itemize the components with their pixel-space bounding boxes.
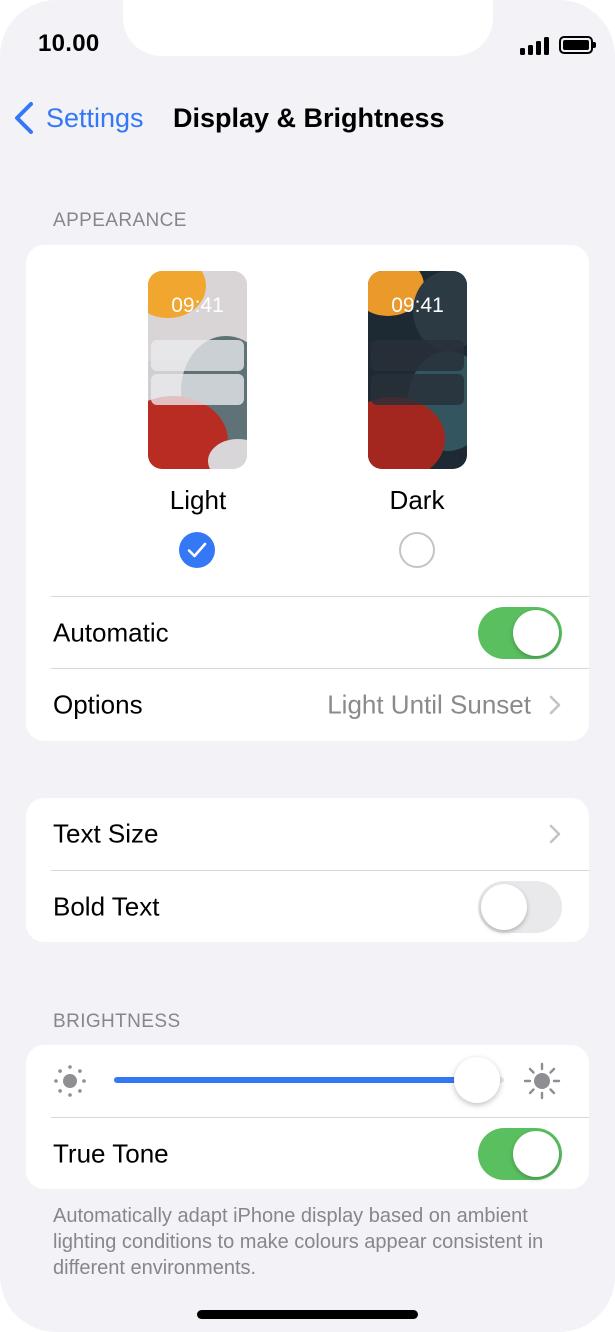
light-preview-time: 09:41 — [171, 294, 224, 317]
brightness-slider-fill — [114, 1077, 477, 1083]
brightness-slider-thumb[interactable] — [453, 1057, 500, 1103]
dark-preview-notification — [371, 340, 464, 371]
toggle-knob — [513, 1131, 559, 1177]
status-time: 10.00 — [38, 30, 100, 57]
text-card: Text Size Bold Text — [26, 798, 589, 942]
light-preview-notification — [151, 374, 244, 405]
checkmark-icon — [187, 542, 207, 558]
bold-text-toggle[interactable] — [478, 881, 562, 933]
phone-screen: 10.00 Settings Display & Brightness APPE… — [0, 0, 615, 1332]
toggle-knob — [481, 884, 527, 930]
sun-small-icon — [54, 1065, 86, 1097]
dark-preview-time: 09:41 — [391, 294, 444, 317]
page-title: Display & Brightness — [173, 103, 445, 133]
battery-icon — [559, 36, 596, 54]
brightness-card: True Tone — [26, 1045, 589, 1189]
automatic-toggle[interactable] — [478, 607, 562, 659]
appearance-card: 09:41 Light 09:41 Dark Automatic Options… — [26, 245, 589, 741]
bold-text-label: Bold Text — [53, 891, 160, 922]
chevron-right-icon — [549, 824, 561, 844]
dark-mode-radio[interactable] — [399, 532, 435, 568]
appearance-header: APPEARANCE — [53, 210, 187, 231]
dark-preview[interactable]: 09:41 — [368, 271, 467, 469]
dark-preview-notification — [371, 374, 464, 405]
text-size-label: Text Size — [53, 818, 159, 849]
true-tone-toggle[interactable] — [478, 1128, 562, 1180]
chevron-right-icon — [549, 695, 561, 715]
true-tone-description: Automatically adapt iPhone display based… — [53, 1205, 544, 1279]
true-tone-row: True Tone — [26, 1118, 589, 1190]
home-indicator[interactable] — [197, 1310, 418, 1319]
bold-text-row: Bold Text — [26, 871, 589, 943]
options-label: Options — [53, 689, 143, 720]
dark-mode-label: Dark — [389, 485, 445, 515]
options-row[interactable]: Options Light Until Sunset — [26, 669, 589, 741]
light-preview-notification — [151, 340, 244, 371]
sun-large-icon — [523, 1062, 561, 1100]
light-preview[interactable]: 09:41 — [148, 271, 247, 469]
back-label: Settings — [46, 102, 144, 133]
cellular-signal-icon — [520, 35, 550, 55]
chevron-left-icon — [15, 102, 33, 134]
light-mode-label: Light — [169, 485, 227, 515]
text-size-row[interactable]: Text Size — [26, 798, 589, 870]
brightness-slider-row — [26, 1045, 589, 1117]
brightness-slider[interactable] — [114, 1057, 504, 1103]
true-tone-label: True Tone — [53, 1138, 169, 1169]
automatic-row: Automatic — [26, 597, 589, 669]
brightness-header: BRIGHTNESS — [53, 1011, 181, 1032]
automatic-label: Automatic — [53, 617, 169, 648]
toggle-knob — [513, 610, 559, 656]
light-mode-radio[interactable] — [179, 532, 215, 568]
back-button[interactable]: Settings — [12, 98, 144, 138]
options-value: Light Until Sunset — [327, 689, 531, 720]
notch — [123, 0, 493, 56]
